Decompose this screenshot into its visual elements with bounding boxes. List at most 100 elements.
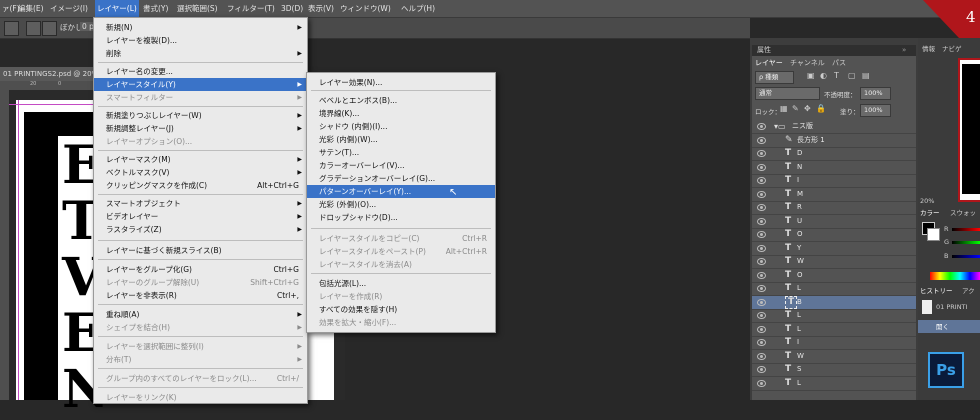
layer-menu-item[interactable]: 新規調整レイヤー(J) ▶ <box>94 122 307 135</box>
visibility-eye-icon[interactable] <box>757 379 766 387</box>
zoom-readout[interactable]: 20% <box>920 196 934 206</box>
channel-r-slider[interactable] <box>952 228 980 231</box>
layer-menu-item[interactable]: クリッピングマスクを作成(C) Alt+Ctrl+G <box>94 179 307 192</box>
menu-h[interactable]: ヘルプ(H) <box>399 0 437 17</box>
layer-row[interactable]: TI <box>752 336 916 350</box>
visibility-eye-icon[interactable] <box>757 271 766 279</box>
layer-menu-item[interactable]: 新規(N) ▶ <box>94 21 307 34</box>
visibility-eye-icon[interactable] <box>757 339 766 346</box>
channel-g-slider[interactable] <box>952 241 980 244</box>
menu-y[interactable]: 書式(Y) <box>141 0 170 17</box>
layer-row[interactable]: TD <box>752 147 916 161</box>
tab-navigator[interactable]: ナビゲ <box>942 44 962 54</box>
layer-menu-item[interactable]: 重ね順(A) ▶ <box>94 308 307 321</box>
tool-preset-icon[interactable] <box>4 21 19 36</box>
color-spectrum[interactable] <box>930 272 980 280</box>
layer-style-item[interactable]: シャドウ (内側)(I)... <box>307 120 495 133</box>
menu-e[interactable]: 編集(E) <box>16 0 46 17</box>
layer-menu-item[interactable]: レイヤーをグループ化(G) Ctrl+G <box>94 263 307 276</box>
image-filter-icon[interactable]: ▣ <box>807 71 815 80</box>
visibility-eye-icon[interactable] <box>757 285 766 292</box>
tab-swatches[interactable]: スウォッ <box>950 208 976 218</box>
layer-menu-item[interactable]: レイヤーを複製(D)... <box>94 34 307 47</box>
layer-row[interactable]: TL <box>752 323 916 337</box>
visibility-eye-icon[interactable] <box>757 244 766 252</box>
layer-menu-item[interactable]: ビデオレイヤー ▶ <box>94 210 307 223</box>
properties-tab[interactable]: 属性 <box>757 45 771 56</box>
history-snapshot[interactable]: 01 PRINTI <box>936 302 967 312</box>
menu-t[interactable]: フィルター(T) <box>225 0 277 17</box>
layer-row[interactable]: TY <box>752 242 916 256</box>
layer-row[interactable]: TR <box>752 201 916 215</box>
layer-style-item[interactable]: 境界線(K)... <box>307 107 495 120</box>
history-item-open[interactable]: 開く <box>936 322 949 332</box>
tab-actions[interactable]: アク <box>962 286 975 296</box>
tab-channels[interactable]: チャンネル <box>790 58 825 69</box>
visibility-eye-icon[interactable] <box>757 136 766 144</box>
fill-input[interactable]: 100% <box>860 104 891 117</box>
background-color[interactable] <box>927 228 940 241</box>
layer-menu-item[interactable]: レイヤースタイル(Y) ▶ <box>94 78 307 91</box>
shape-filter-icon[interactable]: ▢ <box>848 71 856 80</box>
layer-style-item[interactable]: ドロップシャドウ(D)... <box>307 211 495 224</box>
adjustment-filter-icon[interactable]: ◐ <box>820 71 827 80</box>
layer-menu-item[interactable]: レイヤー名の変更... <box>94 65 307 78</box>
visibility-eye-icon[interactable] <box>757 150 766 157</box>
layer-row[interactable]: TS <box>752 363 916 377</box>
lock-image-icon[interactable]: ✎ <box>792 104 799 113</box>
new-selection-icon[interactable] <box>26 21 41 36</box>
visibility-eye-icon[interactable] <box>757 258 766 265</box>
layer-style-item[interactable]: パターンオーバーレイ(Y)... ↖ <box>307 185 495 198</box>
layer-row[interactable]: TM <box>752 188 916 202</box>
layer-row[interactable]: ✎ 長方形 1 <box>752 134 916 148</box>
menu-w[interactable]: ウィンドウ(W) <box>338 0 393 17</box>
collapse-icon[interactable]: » <box>902 45 906 56</box>
document-tab[interactable]: 01 PRINTINGS2.psd @ 20% <box>0 67 97 81</box>
tab-history[interactable]: ヒストリー <box>920 286 953 296</box>
visibility-eye-icon[interactable] <box>757 312 766 319</box>
tab-layers[interactable]: レイヤー <box>755 58 783 69</box>
layer-style-item[interactable]: サテン(T)... <box>307 146 495 159</box>
blend-mode-select[interactable]: 通常 <box>755 87 820 100</box>
layer-row[interactable]: TN <box>752 161 916 175</box>
tab-info[interactable]: 情報 <box>922 44 935 54</box>
layer-menu-item[interactable]: ラスタライズ(Z) ▶ <box>94 223 307 236</box>
layer-style-item[interactable]: グラデーションオーバーレイ(G)... <box>307 172 495 185</box>
layer-style-item[interactable]: 光彩 (内側)(W)... <box>307 133 495 146</box>
layer-row[interactable]: TU <box>752 215 916 229</box>
menu-i[interactable]: イメージ(I) <box>48 0 90 17</box>
layer-row[interactable]: TL <box>752 377 916 391</box>
type-filter-icon[interactable]: T <box>834 71 839 80</box>
menu-v[interactable]: 表示(V) <box>306 0 336 17</box>
layer-menu-item[interactable]: レイヤーを非表示(R) Ctrl+, <box>94 289 307 302</box>
layer-row[interactable]: TO <box>752 228 916 242</box>
visibility-eye-icon[interactable] <box>757 217 766 225</box>
layer-menu-item[interactable]: 新規塗りつぶしレイヤー(W) ▶ <box>94 109 307 122</box>
filter-type-select[interactable]: ρ 種類 <box>755 71 794 84</box>
layer-row[interactable]: TL <box>752 282 916 296</box>
visibility-eye-icon[interactable] <box>757 366 766 373</box>
menu-s[interactable]: 選択範囲(S) <box>175 0 220 17</box>
visibility-eye-icon[interactable] <box>757 204 766 211</box>
menu-3d-d[interactable]: 3D(D) <box>279 0 305 17</box>
layer-style-item[interactable]: すべての効果を隠す(H) <box>307 303 495 316</box>
visibility-eye-icon[interactable] <box>757 231 766 238</box>
tab-color[interactable]: カラー <box>920 208 940 218</box>
visibility-eye-icon[interactable] <box>757 325 766 333</box>
add-selection-icon[interactable] <box>42 21 57 36</box>
layer-row[interactable]: TW <box>752 350 916 364</box>
layer-menu-item[interactable]: スマートオブジェクト ▶ <box>94 197 307 210</box>
menu-l[interactable]: レイヤー(L) <box>95 0 139 17</box>
layer-row[interactable]: TI <box>752 174 916 188</box>
layer-style-item[interactable]: 光彩 (外側)(O)... <box>307 198 495 211</box>
channel-b-slider[interactable] <box>952 255 980 258</box>
smart-filter-icon[interactable]: ▤ <box>862 71 870 80</box>
layer-menu-item[interactable]: 削除 ▶ <box>94 47 307 60</box>
visibility-eye-icon[interactable] <box>757 352 766 360</box>
opacity-input[interactable]: 100% <box>860 87 891 100</box>
layer-row[interactable]: TW <box>752 255 916 269</box>
layer-group-row[interactable]: ▾▭ ニス版 <box>752 120 916 134</box>
layer-style-item[interactable]: 包括光源(L)... <box>307 277 495 290</box>
lock-all-icon[interactable]: 🔒 <box>816 104 826 113</box>
visibility-eye-icon[interactable] <box>757 298 766 306</box>
